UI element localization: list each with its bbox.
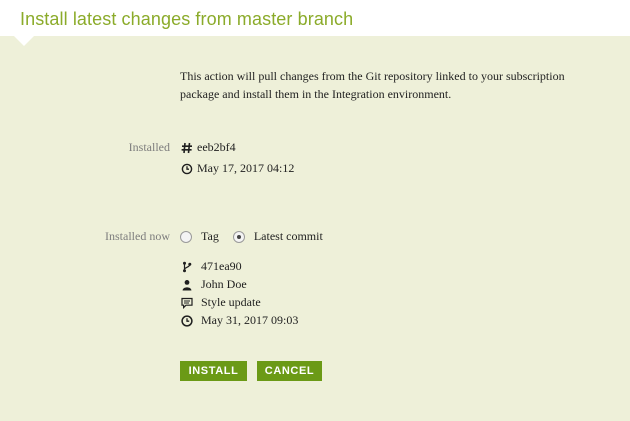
installed-commit-hash: eeb2bf4 bbox=[197, 140, 236, 154]
radio-latest-commit-label[interactable]: Latest commit bbox=[254, 229, 323, 244]
header-pointer bbox=[14, 36, 34, 46]
installed-commit: eeb2bf4 bbox=[180, 140, 236, 155]
radio-tag[interactable]: Tag bbox=[180, 229, 219, 244]
installed-date: May 17, 2017 04:12 bbox=[197, 161, 295, 175]
comment-icon bbox=[180, 296, 193, 309]
commit-author: John Doe bbox=[201, 277, 247, 291]
install-button[interactable]: INSTALL bbox=[180, 361, 247, 381]
commit-hash: 471ea90 bbox=[201, 259, 242, 273]
hash-icon bbox=[180, 141, 193, 154]
version-choice: Tag Latest commit bbox=[180, 229, 337, 244]
commit-author-row: John Doe bbox=[180, 277, 247, 292]
installed-date-row: May 17, 2017 04:12 bbox=[180, 161, 294, 176]
clock-icon bbox=[180, 162, 193, 175]
page-header: Install latest changes from master branc… bbox=[0, 0, 630, 36]
commit-hash-row: 471ea90 bbox=[180, 259, 242, 274]
cancel-button[interactable]: CANCEL bbox=[257, 361, 322, 381]
commit-message-row: Style update bbox=[180, 295, 261, 310]
commit-message: Style update bbox=[201, 295, 261, 309]
branch-icon bbox=[180, 260, 193, 273]
user-icon bbox=[180, 278, 193, 291]
radio-latest-commit-indicator[interactable] bbox=[232, 230, 245, 243]
installed-label: Installed bbox=[128, 140, 170, 154]
installed-now-label: Installed now bbox=[105, 229, 170, 243]
action-description: This action will pull changes from the G… bbox=[180, 69, 565, 101]
commit-date-row: May 31, 2017 09:03 bbox=[180, 313, 298, 328]
radio-tag-label[interactable]: Tag bbox=[201, 229, 219, 244]
commit-date: May 31, 2017 09:03 bbox=[201, 313, 299, 327]
page-title: Install latest changes from master branc… bbox=[20, 9, 354, 29]
radio-latest-commit[interactable]: Latest commit bbox=[232, 229, 323, 244]
radio-tag-indicator[interactable] bbox=[180, 230, 192, 243]
clock-icon bbox=[180, 314, 193, 327]
